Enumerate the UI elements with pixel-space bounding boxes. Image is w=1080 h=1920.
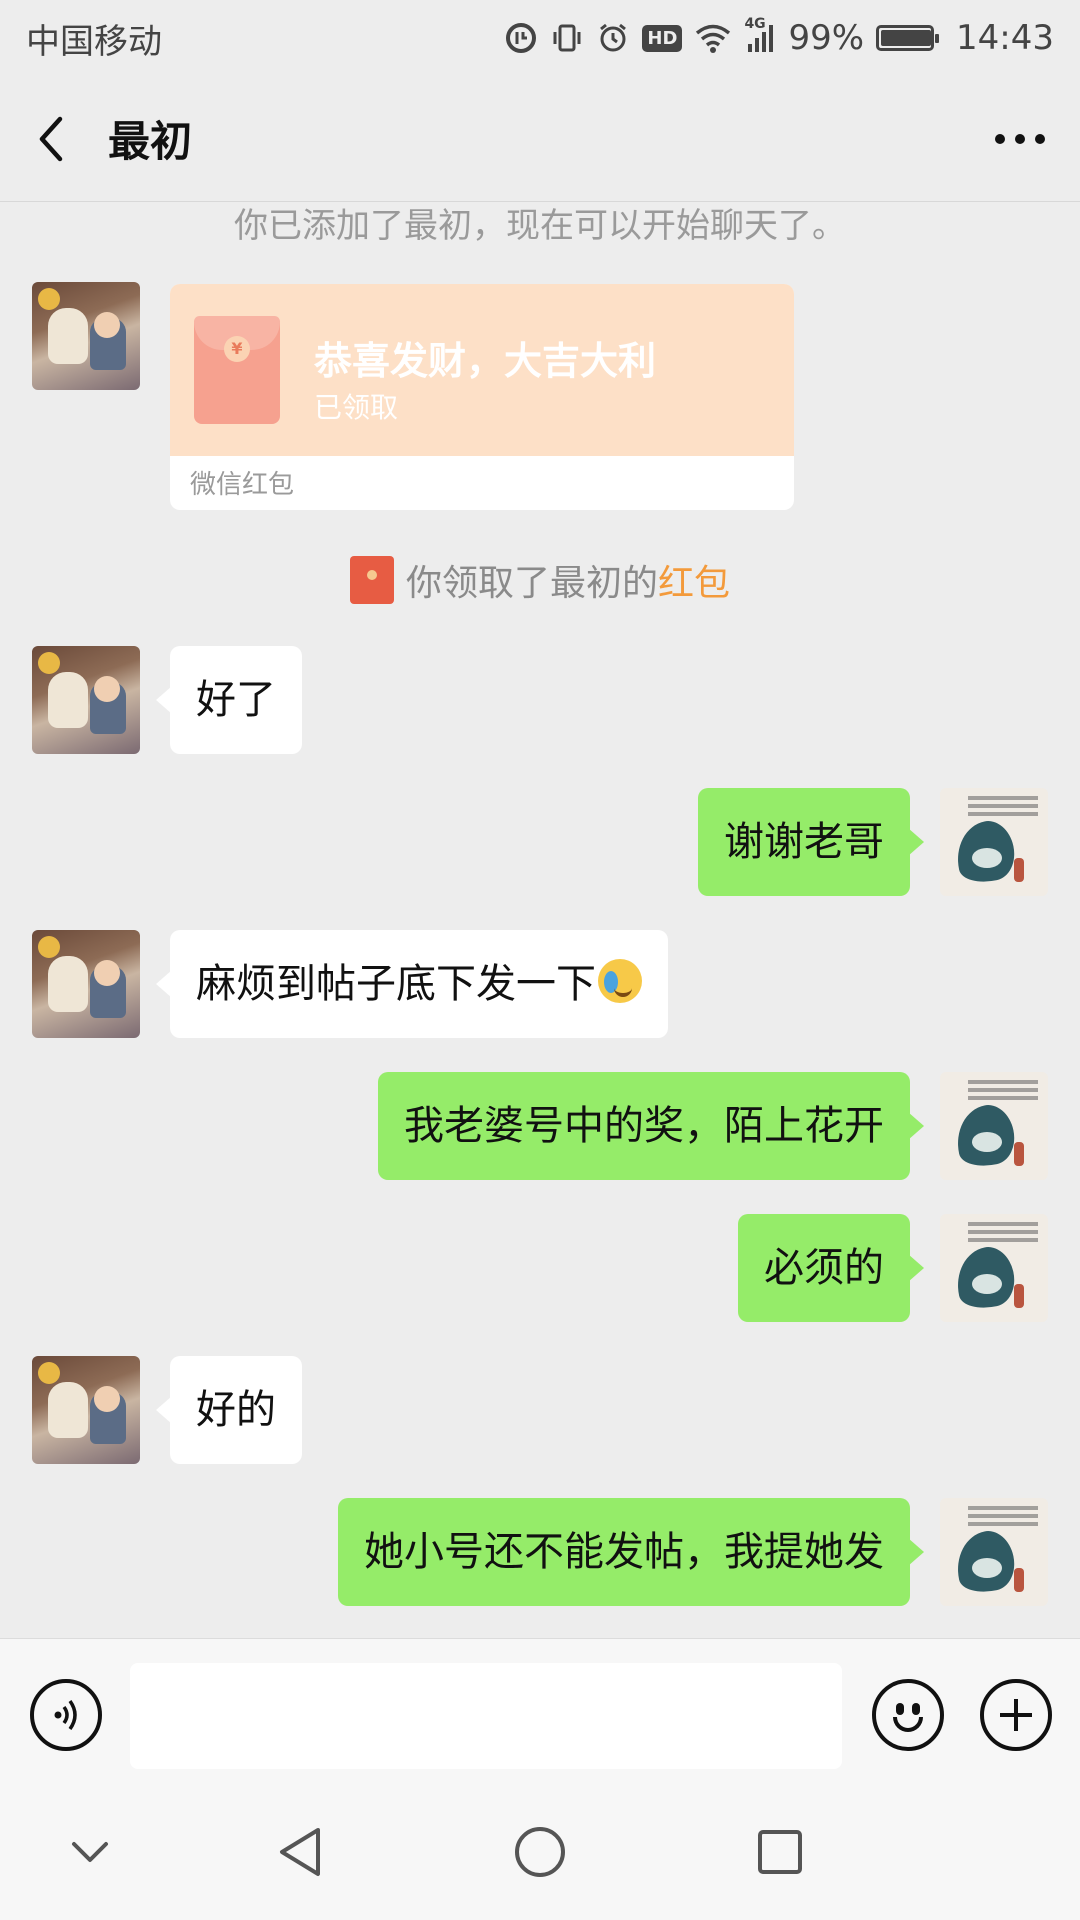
voice-input-button[interactable] [30,1679,102,1751]
avatar-whale-belly [972,1274,1002,1294]
avatar-dog [48,308,88,364]
chevron-down-icon [72,1842,108,1862]
self-avatar[interactable] [940,1498,1048,1606]
hd-icon: HD [642,24,683,52]
red-packet-small-icon [349,556,394,604]
outgoing-message[interactable]: 我老婆号中的奖，陌上花开 [378,1072,924,1180]
red-packet-claimed-note: 你领取了最初的 红包 [0,554,1080,606]
emoji-eye-icon [912,1703,920,1715]
avatar-whale-belly [972,1558,1002,1578]
outgoing-message[interactable]: 谢谢老哥 [698,788,924,896]
red-packet-icon: ¥ [194,316,280,424]
back-button[interactable] [0,76,100,202]
friend-avatar[interactable] [32,930,140,1038]
avatar-dog [48,672,88,728]
avatar-handwriting [968,1080,1038,1084]
red-packet-greeting: 恭喜发财，大吉大利 [314,339,657,383]
friend-avatar[interactable] [32,1356,140,1464]
avatar-flower [38,288,60,310]
incoming-message[interactable]: 麻烦到帖子底下发一下 [156,930,668,1038]
emoji-smile-icon [893,1717,923,1732]
status-bar: 中国移动 HD 4G 99% 14:43 [0,0,1080,76]
system-home-button[interactable] [500,1812,580,1892]
emoji-eye-icon [896,1703,904,1715]
wifi-icon [694,22,732,54]
more-functions-button[interactable] [980,1679,1052,1751]
chat-header: 最初 [0,76,1080,202]
more-options-button[interactable] [960,76,1080,202]
friend-added-note: 你已添加了最初，现在可以开始聊天了。 [234,206,846,246]
avatar-kid-head [94,312,120,338]
avatar-girl [1014,1568,1024,1592]
self-avatar[interactable] [940,788,1048,896]
avatar-handwriting [968,1506,1038,1510]
avatar-girl [1014,1142,1024,1166]
avatar-whale-belly [972,848,1002,868]
self-avatar[interactable] [940,1214,1048,1322]
signal-icon: 4G [744,16,776,54]
square-recents-icon [758,1830,802,1874]
avatar-flower [38,936,60,958]
chat-title: 最初 [108,117,193,166]
triangle-back-icon [280,1828,320,1876]
red-packet-coin: ¥ [224,336,250,362]
avatar-flower [38,1362,60,1384]
red-packet-status: 已领取 [314,391,399,424]
battery-fill [881,30,932,46]
system-navigation-bar [0,1780,1080,1920]
claimed-text: 你领取了最初的 [405,563,658,604]
voice-icon [54,1699,77,1731]
hide-keyboard-button[interactable] [50,1812,130,1892]
incoming-message[interactable]: 好了 [156,646,302,754]
facepalm-emoji-icon [598,959,642,1003]
friend-avatar[interactable] [32,646,140,754]
avatar-kid-head [94,960,120,986]
emoji-button[interactable] [872,1679,944,1751]
red-packet-link[interactable]: 红包 [658,554,730,606]
outgoing-message[interactable]: 她小号还不能发帖，我提她发 [338,1498,924,1606]
carrier-name: 中国移动 [26,21,162,62]
battery-percent: 99% [788,18,865,58]
circle-home-icon [515,1827,565,1877]
network-type-label: 4G [744,16,766,32]
friend-avatar[interactable] [32,282,140,390]
alarm-icon [596,21,630,55]
avatar-dog [48,956,88,1012]
more-dots-icon [995,133,1045,144]
data-saver-icon [504,21,538,55]
clock: 14:43 [956,18,1054,58]
vibrate-icon [550,21,584,55]
avatar-flower [38,652,60,674]
battery-icon [876,25,940,51]
incoming-message[interactable]: 好的 [156,1356,302,1464]
avatar-girl [1014,858,1024,882]
status-icons: HD 4G 99% 14:43 [504,16,1054,58]
message-input-bar [0,1638,1080,1780]
red-packet-label: 微信红包 [190,470,295,500]
chevron-left-icon [39,116,63,161]
system-recents-button[interactable] [740,1812,820,1892]
chat-messages[interactable]: 你已添加了最初，现在可以开始聊天了。 ¥ 恭喜发财，大吉大利 已领取 微信红包 … [0,202,1080,1638]
system-back-button[interactable] [260,1812,340,1892]
avatar-girl [1014,1284,1024,1308]
avatar-handwriting [968,1222,1038,1226]
message-input[interactable] [130,1663,842,1769]
avatar-dog [48,1382,88,1438]
avatar-whale-belly [972,1132,1002,1152]
avatar-kid-head [94,1386,120,1412]
self-avatar[interactable] [940,1072,1048,1180]
avatar-handwriting [968,796,1038,800]
red-packet-message[interactable]: ¥ 恭喜发财，大吉大利 已领取 微信红包 [170,284,794,510]
outgoing-message[interactable]: 必须的 [738,1214,924,1322]
incoming-message-text: 麻烦到帖子底下发一下 [196,961,596,1007]
avatar-kid-head [94,676,120,702]
